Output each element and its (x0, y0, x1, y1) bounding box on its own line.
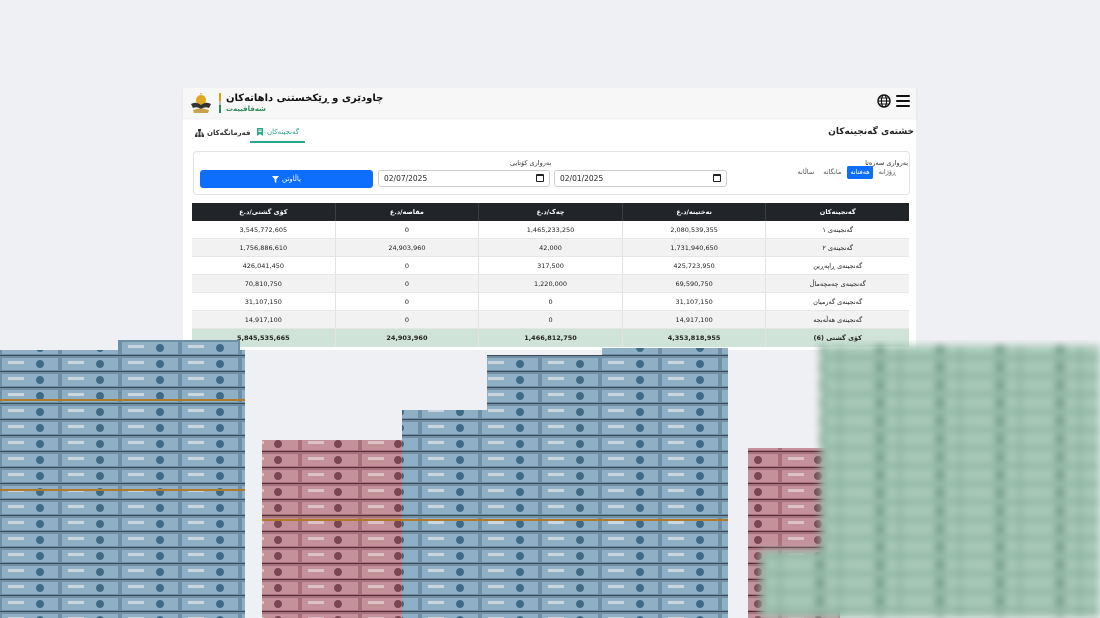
app-title: چاودێری و ڕێکخستنی داهاتەکان (226, 92, 384, 104)
column-header[interactable]: نەختینە/د.ع (623, 203, 767, 221)
table-cell: 0 (336, 293, 480, 310)
table-cell-name: گەنجینەی ١ (822, 226, 854, 234)
table-cell: 1,465,233,250 (479, 221, 623, 238)
table-cell: 1,731,940,650 (623, 239, 767, 256)
table-cell: 0 (336, 275, 480, 292)
table-cell: 0 (479, 293, 623, 310)
calendar-icon[interactable] (713, 174, 721, 182)
table-cell: 426,041,450 (192, 257, 336, 274)
table-cell-name: گەنجینەی گەرمیان (813, 298, 863, 306)
page-title: خشتەی گەنجینەکان (828, 127, 914, 137)
globe-icon[interactable] (877, 94, 891, 108)
table-cell: 0 (336, 221, 480, 238)
column-header[interactable]: گەنجینەکان (766, 203, 909, 221)
table-cell: 70,810,750 (192, 275, 336, 292)
table-cell: 3,545,772,605 (192, 221, 336, 238)
org-chart-icon (195, 129, 204, 137)
period-weekly[interactable]: هەفتانە (847, 166, 873, 179)
table-cell: 0 (336, 257, 480, 274)
column-header[interactable]: کۆی گشتی/د.ع (192, 203, 336, 221)
hamburger-menu-icon[interactable] (896, 95, 910, 107)
table-cell: 14,917,100 (192, 311, 336, 328)
brand-text: چاودێری و ڕێکخستنی داهاتەکان شەفافییەت (226, 93, 383, 114)
table-cell: 24,903,960 (336, 239, 480, 256)
period-monthly[interactable]: مانگانە (820, 166, 844, 179)
table-row: گەنجینەی چەمچەماڵ 69,590,750 1,220,000 0… (192, 275, 909, 293)
period-yearly[interactable]: ساڵانە (795, 166, 818, 179)
table-cell-name: گەنجینەی چەمچەماڵ (809, 280, 866, 288)
tab-treasuries-label: گەنجینەکان (267, 128, 300, 136)
period-daily[interactable]: ڕۆژانە (876, 166, 899, 179)
table-cell: 42,000 (479, 239, 623, 256)
table-cell-name: گەنجینەی ڕاپەڕین (813, 262, 863, 270)
filter-button-label: پاڵاوتن (281, 175, 301, 183)
treasury-table: گەنجینەکان نەختینە/د.ع چەک/د.ع مقاصە/د.ع… (192, 203, 909, 347)
treasury-icon (257, 128, 263, 136)
table-row: گەنجینەی ١ 2,080,539,355 1,465,233,250 0… (192, 221, 909, 239)
app-subtitle: شەفافییەت (226, 104, 266, 113)
top-bar: چاودێری و ڕێکخستنی داهاتەکان شەفافییەت (183, 88, 916, 118)
brand[interactable]: چاودێری و ڕێکخستنی داهاتەکان شەفافییەت (188, 91, 383, 115)
table-cell: 0 (336, 311, 480, 328)
table-header-row: گەنجینەکان نەختینە/د.ع چەک/د.ع مقاصە/د.ع… (192, 203, 909, 221)
table-cell: 1,220,000 (479, 275, 623, 292)
table-cell: 425,723,950 (623, 257, 767, 274)
table-row: گەنجینەی ڕاپەڕین 425,723,950 317,500 0 4… (192, 257, 909, 275)
table-row: گەنجینەی گەرمیان 31,107,150 0 0 31,107,1… (192, 293, 909, 311)
column-header[interactable]: مقاصە/د.ع (336, 203, 480, 221)
banknote-stacks-image (0, 340, 1100, 618)
table-row: گەنجینەی هەڵەبجە 14,917,100 0 0 14,917,1… (192, 311, 909, 329)
table-cell: 31,107,150 (192, 293, 336, 310)
app-window: چاودێری و ڕێکخستنی داهاتەکان شەفافییەت خ… (183, 88, 916, 350)
tab-treasuries[interactable]: گەنجینەکان (250, 123, 306, 143)
end-date-label: بەرواری کۆتایی (510, 159, 552, 167)
tab-departments-label: فەرمانگەکان (207, 129, 251, 137)
end-date-field[interactable]: 02/07/2025 (378, 170, 550, 187)
start-date-label: بەرواری سەرەتا (865, 159, 908, 167)
table-row: گەنجینەی ٢ 1,731,940,650 42,000 24,903,9… (192, 239, 909, 257)
calendar-icon[interactable] (536, 174, 544, 182)
table-cell: 31,107,150 (623, 293, 767, 310)
table-cell-name: گەنجینەی ٢ (822, 244, 854, 252)
table-cell: 2,080,539,355 (623, 221, 767, 238)
tab-departments[interactable]: فەرمانگەکان (189, 123, 256, 143)
column-header[interactable]: چەک/د.ع (479, 203, 623, 221)
table-cell-name: گەنجینەی هەڵەبجە (813, 316, 863, 324)
table-cell: 14,917,100 (623, 311, 767, 328)
kurdistan-seal-icon (191, 93, 211, 113)
funnel-icon (271, 175, 279, 183)
table-cell: 1,756,886,610 (192, 239, 336, 256)
brand-divider (219, 93, 221, 113)
start-date-value: 02/01/2025 (560, 174, 604, 183)
filter-button[interactable]: پاڵاوتن (200, 170, 373, 188)
start-date-field[interactable]: 02/01/2025 (554, 170, 727, 187)
end-date-value: 02/07/2025 (384, 174, 428, 183)
period-selector: ڕۆژانە هەفتانە مانگانە ساڵانە (795, 166, 899, 179)
table-cell: 0 (479, 311, 623, 328)
filter-panel: ڕۆژانە هەفتانە مانگانە ساڵانە بەرواری سە… (193, 151, 910, 195)
table-cell: 317,500 (479, 257, 623, 274)
table-cell: 69,590,750 (623, 275, 767, 292)
